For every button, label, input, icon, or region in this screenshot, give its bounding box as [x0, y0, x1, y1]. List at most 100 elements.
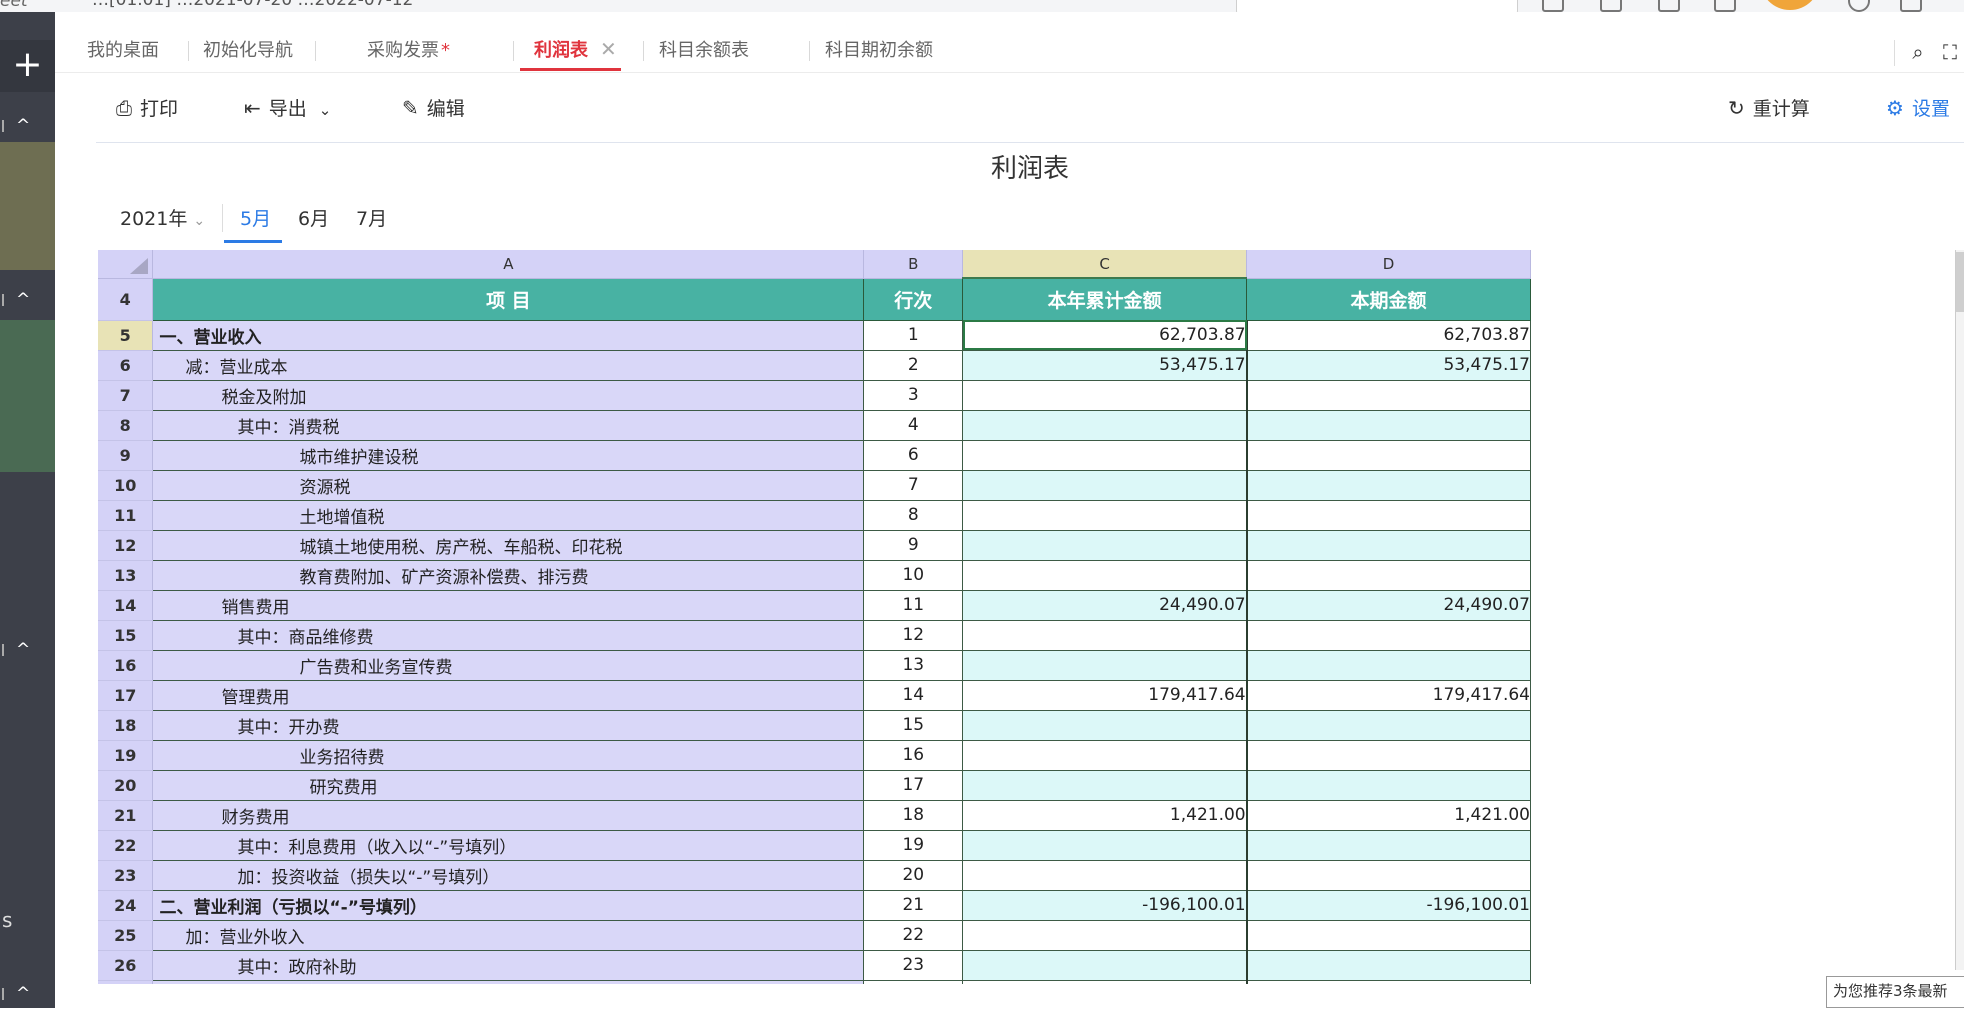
avatar[interactable] — [1760, 0, 1820, 10]
cell-ytd-amount[interactable] — [962, 530, 1248, 561]
cell-period-amount[interactable] — [1246, 830, 1531, 861]
row-number[interactable]: 22 — [98, 830, 154, 861]
row-number[interactable]: 25 — [98, 920, 154, 951]
row-number[interactable]: 14 — [98, 590, 154, 621]
cell-ytd-amount[interactable] — [962, 620, 1248, 651]
cell-line-no[interactable]: 15 — [863, 710, 964, 741]
header-item[interactable]: 项 目 — [152, 277, 865, 321]
tab-my-desktop[interactable]: 我的桌面 — [87, 36, 159, 72]
cell-period-amount[interactable] — [1246, 440, 1531, 471]
row-number[interactable]: 16 — [98, 650, 154, 681]
settings-button[interactable]: ⚙ 设置 — [1886, 94, 1950, 124]
cell-line-no[interactable]: 11 — [863, 590, 964, 621]
cell-ytd-amount[interactable] — [962, 980, 1248, 984]
row-number[interactable]: 13 — [98, 560, 154, 591]
cell-line-no[interactable]: 17 — [863, 770, 964, 801]
sidebar-group-toggle[interactable]: ^ — [0, 276, 55, 324]
header-period-amount[interactable]: 本期金额 — [1246, 277, 1531, 321]
export-button[interactable]: ⇤ 导出 ⌄ — [244, 94, 331, 124]
row-number[interactable]: 7 — [98, 380, 154, 411]
cell-item[interactable]: 土地增值税 — [152, 500, 865, 531]
row-number[interactable]: 15 — [98, 620, 154, 651]
cell-ytd-amount[interactable] — [962, 500, 1248, 531]
row-number[interactable]: 17 — [98, 680, 154, 711]
cell-period-amount[interactable] — [1246, 980, 1531, 984]
cell-line-no[interactable] — [863, 980, 964, 984]
row-number[interactable]: 20 — [98, 770, 154, 801]
row-number[interactable]: 8 — [98, 410, 154, 441]
month-tab-june[interactable]: 6月 — [298, 204, 329, 231]
cell-item[interactable]: 城市维护建设税 — [152, 440, 865, 471]
sidebar-highlight-block[interactable] — [0, 142, 55, 270]
cell-ytd-amount[interactable]: -196,100.01 — [962, 890, 1248, 921]
cell-line-no[interactable]: 4 — [863, 410, 964, 441]
row-number[interactable]: 5 — [98, 320, 154, 351]
cell-line-no[interactable]: 18 — [863, 800, 964, 831]
tab-account-balance[interactable]: 科目余额表 — [659, 36, 749, 72]
header-ytd-amount[interactable]: 本年累计金额 — [962, 277, 1248, 321]
app-tool-icon[interactable] — [1542, 0, 1564, 12]
cell-item[interactable]: 二、营业利润（亏损以“-”号填列） — [152, 890, 865, 921]
tab-opening-balance[interactable]: 科目期初余额 — [825, 36, 933, 72]
cell-period-amount[interactable]: 24,490.07 — [1246, 590, 1531, 621]
cell-line-no[interactable]: 8 — [863, 500, 964, 531]
row-number[interactable]: 26 — [98, 950, 154, 981]
cell-line-no[interactable]: 13 — [863, 650, 964, 681]
cell-period-amount[interactable] — [1246, 410, 1531, 441]
select-all-corner[interactable] — [98, 250, 154, 279]
cell-period-amount[interactable] — [1246, 740, 1531, 771]
sidebar-group-toggle[interactable]: ^ — [0, 970, 55, 1018]
row-number[interactable]: 21 — [98, 800, 154, 831]
notification-icon[interactable] — [1714, 0, 1736, 12]
app-tool-icon[interactable] — [1658, 0, 1680, 12]
cell-ytd-amount[interactable] — [962, 740, 1248, 771]
help-icon[interactable] — [1848, 0, 1870, 12]
cell-ytd-amount[interactable]: 53,475.17 — [962, 350, 1248, 381]
cell-period-amount[interactable] — [1246, 500, 1531, 531]
cell-item[interactable]: 资源税 — [152, 470, 865, 501]
cell-ytd-amount[interactable] — [962, 710, 1248, 741]
cell-item[interactable]: 销售费用 — [152, 590, 865, 621]
cell-item[interactable]: 其中：利息费用（收入以“-”号填列） — [152, 830, 865, 861]
cell-period-amount[interactable] — [1246, 560, 1531, 591]
search-icon[interactable]: ⌕ — [1906, 40, 1930, 64]
cell-line-no[interactable]: 6 — [863, 440, 964, 471]
cell-ytd-amount[interactable] — [962, 860, 1248, 891]
close-icon[interactable]: ✕ — [600, 37, 617, 61]
vertical-scrollbar[interactable] — [1955, 250, 1964, 970]
row-number[interactable]: 12 — [98, 530, 154, 561]
cell-line-no[interactable]: 10 — [863, 560, 964, 591]
cell-line-no[interactable]: 16 — [863, 740, 964, 771]
cell-line-no[interactable]: 7 — [863, 470, 964, 501]
cell-period-amount[interactable]: -196,100.01 — [1246, 890, 1531, 921]
cell-ytd-amount[interactable] — [962, 560, 1248, 591]
recalculate-button[interactable]: ↻ 重计算 — [1728, 94, 1810, 124]
cell-period-amount[interactable] — [1246, 380, 1531, 411]
row-number[interactable]: 11 — [98, 500, 154, 531]
cell-item[interactable] — [152, 980, 865, 984]
cell-ytd-amount[interactable] — [962, 920, 1248, 951]
cell-line-no[interactable]: 19 — [863, 830, 964, 861]
column-header-b[interactable]: B — [863, 250, 964, 279]
cell-item[interactable]: 教育费附加、矿产资源补偿费、排污费 — [152, 560, 865, 591]
cell-ytd-amount[interactable] — [962, 830, 1248, 861]
sidebar-highlight-block[interactable] — [0, 320, 55, 472]
cell-ytd-amount[interactable] — [962, 410, 1248, 441]
cell-item[interactable]: 业务招待费 — [152, 740, 865, 771]
cell-ytd-amount[interactable]: 24,490.07 — [962, 590, 1248, 621]
cell-item[interactable]: 其中：政府补助 — [152, 950, 865, 981]
month-tab-july[interactable]: 7月 — [356, 204, 387, 231]
month-tab-may[interactable]: 5月 — [240, 204, 271, 231]
cell-ytd-amount[interactable] — [962, 950, 1248, 981]
cell-period-amount[interactable] — [1246, 650, 1531, 681]
cell-item[interactable]: 加：投资收益（损失以“-”号填列） — [152, 860, 865, 891]
cell-item[interactable]: 一、营业收入 — [152, 320, 865, 351]
cell-item[interactable]: 减：营业成本 — [152, 350, 865, 381]
cell-item[interactable]: 其中：商品维修费 — [152, 620, 865, 651]
cell-item[interactable]: 管理费用 — [152, 680, 865, 711]
cell-period-amount[interactable] — [1246, 920, 1531, 951]
column-header-d[interactable]: D — [1246, 250, 1531, 279]
tab-init-guide[interactable]: 初始化导航 — [203, 36, 293, 72]
cell-line-no[interactable]: 1 — [863, 320, 964, 351]
app-tool-icon[interactable] — [1600, 0, 1622, 12]
